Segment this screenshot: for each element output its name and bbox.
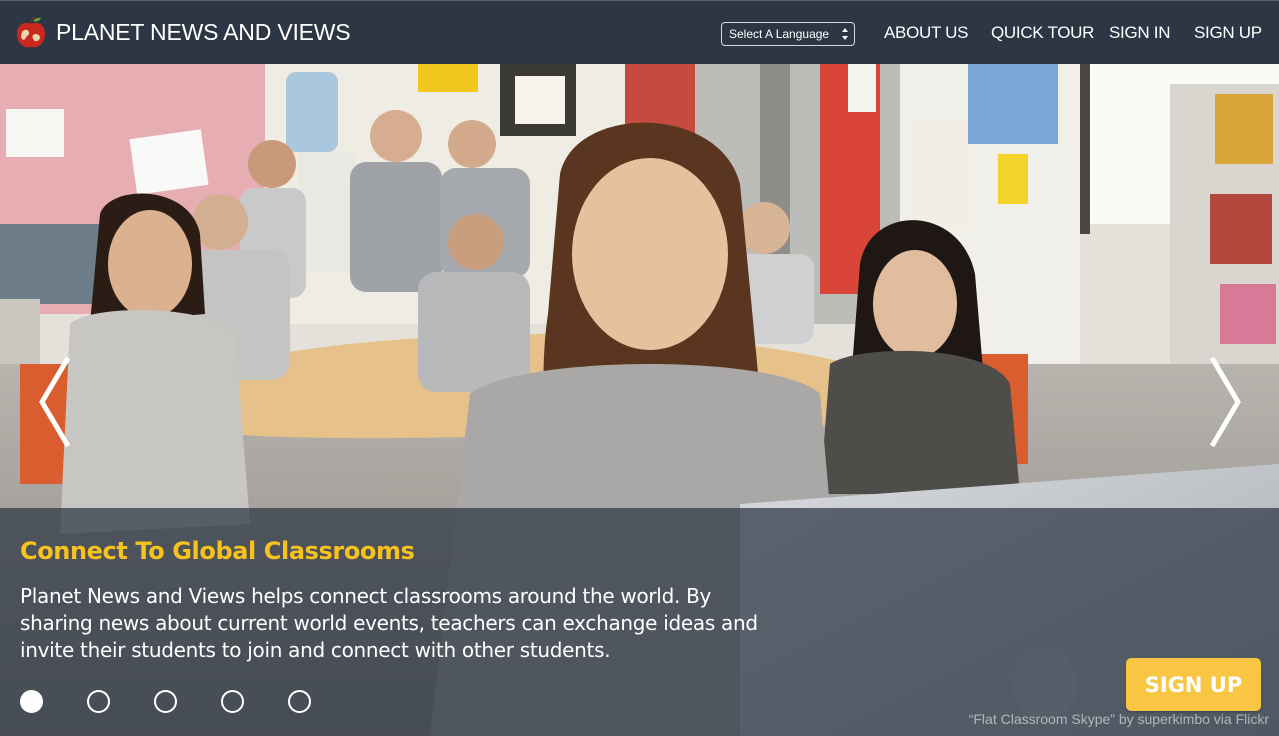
photo-credit: “Flat Classroom Skype” by superkimbo via… xyxy=(968,711,1269,727)
carousel-next-button[interactable] xyxy=(1205,354,1245,450)
carousel-indicators xyxy=(20,690,355,713)
nav-sign-in[interactable]: SIGN IN xyxy=(1109,23,1170,43)
carousel-dot[interactable] xyxy=(87,690,110,713)
brand-title: PLANET NEWS AND VIEWS xyxy=(56,19,351,45)
carousel-prev-button[interactable] xyxy=(35,354,75,450)
language-select-value: Select A Language xyxy=(729,27,830,41)
chevron-left-icon xyxy=(39,356,71,448)
carousel-dot[interactable] xyxy=(221,690,244,713)
select-arrows-icon xyxy=(842,28,848,40)
hero-heading: Connect To Global Classrooms xyxy=(20,537,415,565)
brand[interactable]: PLANET NEWS AND VIEWS xyxy=(13,15,351,51)
hero-sign-up-button[interactable]: SIGN UP xyxy=(1126,658,1261,711)
carousel-dot[interactable] xyxy=(288,690,311,713)
apple-globe-icon xyxy=(17,15,45,47)
hero-description: Planet News and Views helps connect clas… xyxy=(20,584,758,662)
carousel-dot[interactable] xyxy=(154,690,177,713)
hero-carousel: Connect To Global Classrooms Planet News… xyxy=(0,64,1279,736)
carousel-dot[interactable] xyxy=(20,690,43,713)
top-navbar: PLANET NEWS AND VIEWS Select A Language … xyxy=(0,0,1279,64)
nav-about-us[interactable]: ABOUT US xyxy=(884,23,969,43)
language-select[interactable]: Select A Language xyxy=(721,22,855,46)
chevron-right-icon xyxy=(1209,356,1241,448)
nav-sign-up[interactable]: SIGN UP xyxy=(1194,23,1262,43)
nav-quick-tour[interactable]: QUICK TOUR xyxy=(991,23,1094,43)
